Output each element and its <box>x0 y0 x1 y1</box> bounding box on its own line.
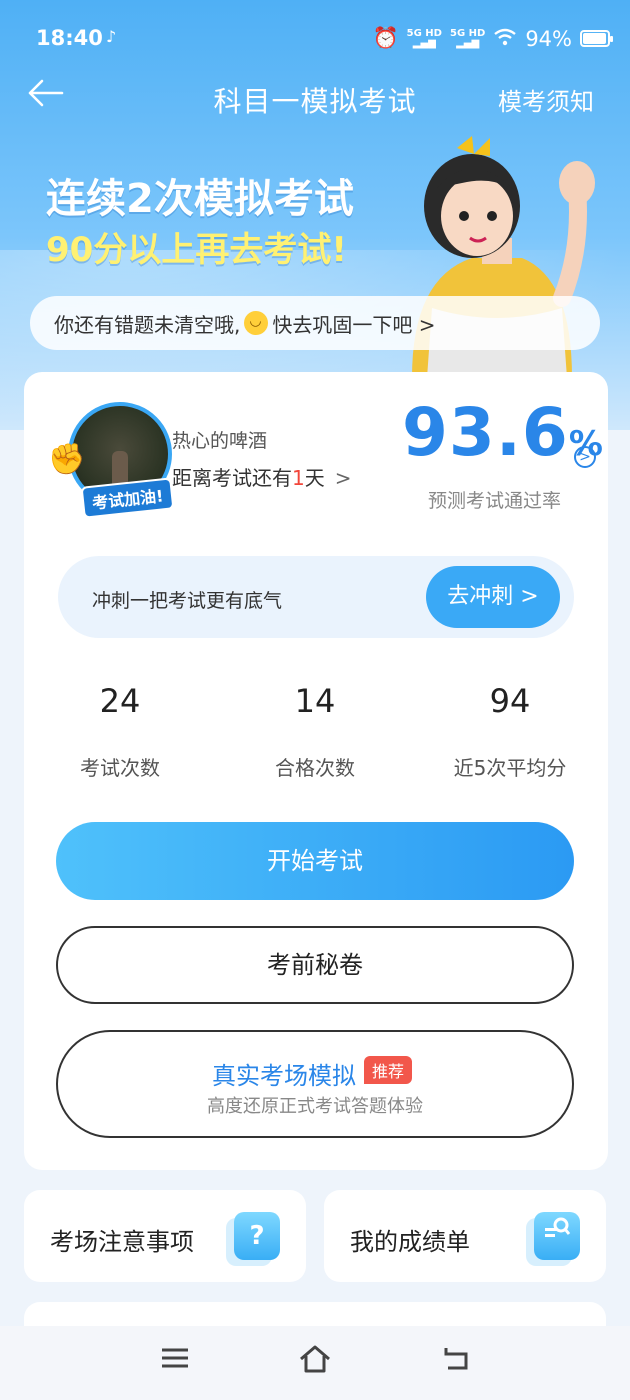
pass-rate-label: 预测考试通过率 <box>428 490 562 512</box>
real-exam-simulation-button[interactable]: 真实考场模拟 推荐 高度还原正式考试答题体验 <box>56 1030 574 1138</box>
stat-exam-count: 24 考试次数 <box>30 682 210 781</box>
exam-summary-card: ✊ 考试加油! 热心的啤酒 距离考试还有1天 > 93.6% > 预测考试通过率 … <box>24 372 608 1170</box>
battery-percent: 94% <box>525 26 572 51</box>
network-label-2: 5G HD <box>449 27 486 39</box>
tile-label: 考场注意事项 <box>50 1228 194 1256</box>
question-icon: ? <box>234 1212 280 1260</box>
notice-text: 你还有错题未清空哦, <box>54 312 241 337</box>
stat-average-score: 94 近5次平均分 <box>420 682 600 781</box>
stat-label: 近5次平均分 <box>453 756 567 780</box>
countdown-days: 1 <box>292 466 305 490</box>
simulation-subtitle: 高度还原正式考试答题体验 <box>207 1096 423 1117</box>
chevron-right-circle-icon[interactable]: > <box>574 446 596 468</box>
status-time: 18:40 <box>36 26 103 50</box>
stat-pass-count: 14 合格次数 <box>225 682 405 781</box>
exam-notes-tile[interactable]: 考场注意事项 ? <box>24 1190 306 1282</box>
stat-label: 考试次数 <box>80 756 160 780</box>
menu-icon[interactable] <box>160 1344 190 1380</box>
notice-link-text: 快去巩固一下吧 > <box>272 312 436 337</box>
sprint-button[interactable]: 去冲刺 > <box>426 566 560 628</box>
music-note-icon: ♪ <box>106 27 117 46</box>
avatar[interactable]: ✊ 考试加油! <box>48 402 178 520</box>
sprint-banner: 冲刺一把考试更有底气 去冲刺 > <box>58 556 574 638</box>
stat-value: 94 <box>489 682 531 720</box>
fist-icon: ✊ <box>48 442 86 477</box>
banner-headline: 连续2次模拟考试 <box>46 176 354 222</box>
simulation-title: 真实考场模拟 <box>212 1062 356 1090</box>
alarm-icon: ⏰ <box>372 26 399 50</box>
nav-bar: 科目一模拟考试 模考须知 <box>0 70 630 126</box>
countdown-prefix: 距离考试还有 <box>172 466 292 490</box>
network-label-1: 5G HD <box>406 27 442 39</box>
banner-subheadline: 90分以上再去考试! <box>46 230 347 270</box>
status-bar: 18:40 ♪ ⏰ 5G HD ▂▄▆ 5G HD ▂▄▆ 94% <box>0 0 630 78</box>
score-report-tile[interactable]: 我的成绩单 <box>324 1190 606 1282</box>
chevron-right-icon: > <box>334 466 352 490</box>
stat-value: 14 <box>294 682 336 720</box>
pass-rate-value: 93.6 <box>402 394 569 471</box>
signal-icon: 5G HD ▂▄▆ <box>406 27 442 49</box>
exam-notice-link[interactable]: 模考须知 <box>498 82 594 117</box>
countdown-suffix: 天 <box>304 466 325 490</box>
signal-icon: 5G HD ▂▄▆ <box>449 27 486 49</box>
user-name: 热心的啤酒 <box>172 430 268 452</box>
tile-label: 我的成绩单 <box>350 1228 470 1256</box>
wrong-questions-notice[interactable]: 你还有错题未清空哦, 快去巩固一下吧 > <box>30 296 600 350</box>
secret-paper-button[interactable]: 考前秘卷 <box>56 926 574 1004</box>
home-icon[interactable] <box>298 1344 332 1383</box>
start-exam-button[interactable]: 开始考试 <box>56 822 574 900</box>
back-icon[interactable] <box>440 1344 470 1381</box>
smile-emoji-icon <box>244 311 269 335</box>
pass-rate[interactable]: 93.6% <box>402 394 603 471</box>
recommend-badge: 推荐 <box>364 1056 413 1084</box>
exam-countdown[interactable]: 距离考试还有1天 > <box>172 462 352 491</box>
wifi-icon <box>493 27 517 51</box>
system-navigation-bar <box>0 1326 630 1400</box>
stat-value: 24 <box>99 682 141 720</box>
stat-label: 合格次数 <box>275 756 355 780</box>
battery-icon <box>580 30 613 47</box>
status-indicators: ⏰ 5G HD ▂▄▆ 5G HD ▂▄▆ 94% <box>372 26 613 51</box>
sprint-text: 冲刺一把考试更有底气 <box>92 590 283 612</box>
report-search-icon <box>534 1212 580 1260</box>
